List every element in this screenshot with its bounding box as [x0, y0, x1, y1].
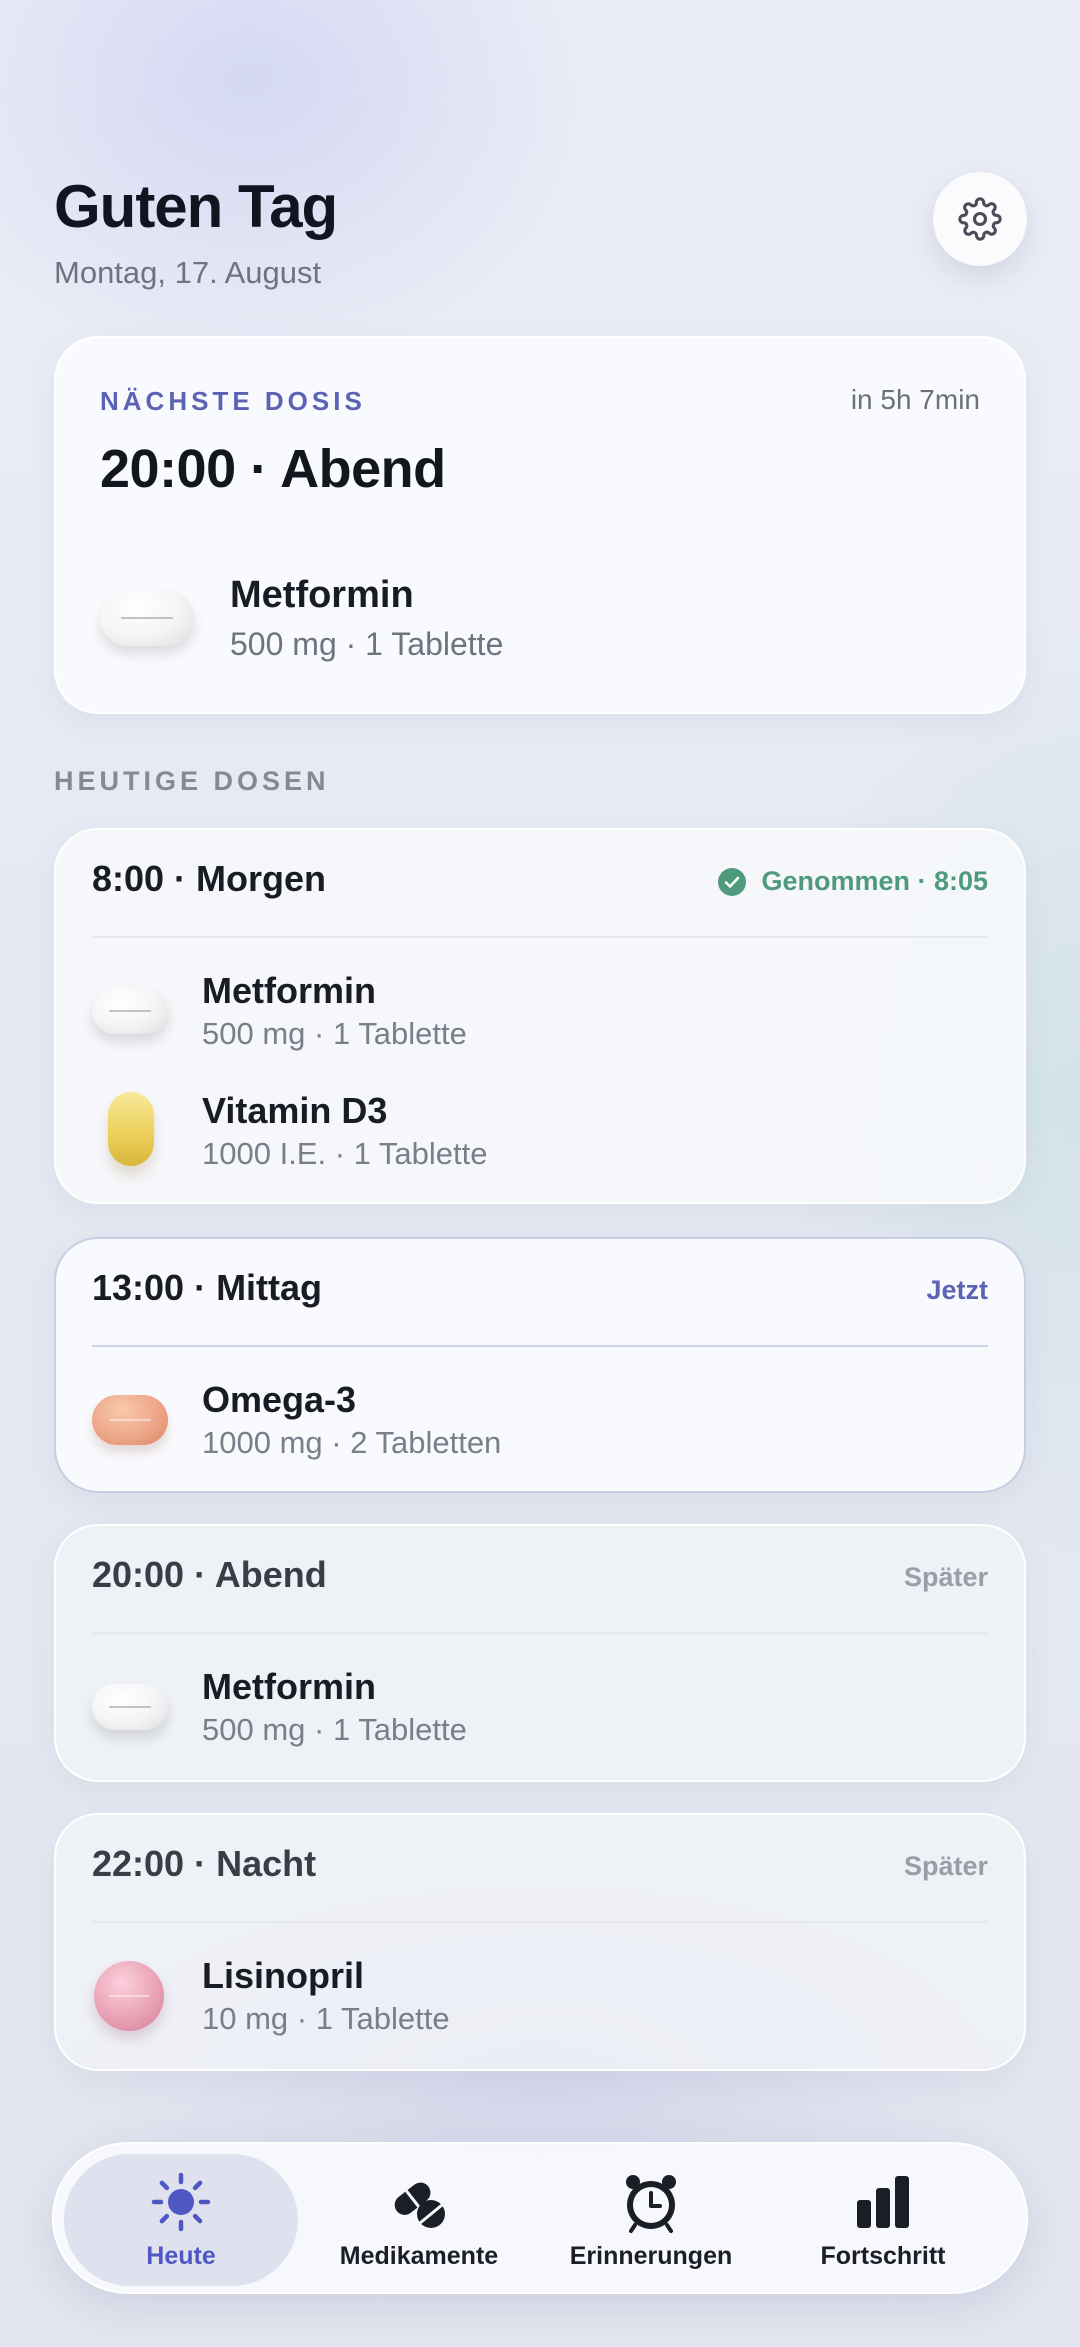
- divider: [92, 1921, 988, 1923]
- nav-tab-heute[interactable]: Heute: [64, 2154, 298, 2286]
- nav-label: Medikamente: [339, 2242, 499, 2270]
- dose-card-noon[interactable]: 13:00 · Mittag Jetzt Omega-3 1000 mg · 2…: [54, 1237, 1026, 1493]
- next-dose-med-dose: 500 mg · 1 Tablette: [230, 626, 504, 662]
- next-dose-countdown: in 5h 7min: [850, 384, 980, 415]
- dose-time: 8:00 · Morgen: [92, 858, 327, 899]
- dose-card-morning[interactable]: 8:00 · Morgen Genommen · 8:05 Metformin …: [54, 828, 1026, 1204]
- section-heading-todays-doses: HEUTIGE DOSEN: [54, 766, 330, 796]
- status-text: Genommen · 8:05: [761, 866, 988, 896]
- nav-label: Erinnerungen: [569, 2242, 733, 2270]
- dose-time: 22:00 · Nacht: [92, 1843, 317, 1884]
- nav-tab-erinnerungen[interactable]: Erinnerungen: [534, 2154, 768, 2286]
- divider: [92, 936, 988, 938]
- med-dose: 10 mg · 1 Tablette: [202, 2001, 450, 2036]
- greeting-title: Guten Tag: [54, 173, 338, 240]
- settings-button[interactable]: [933, 172, 1027, 266]
- next-dose-time: 20:00 · Abend: [100, 439, 446, 499]
- yellow-capsule-icon: [108, 1092, 154, 1166]
- next-dose-label: NÄCHSTE DOSIS: [100, 386, 366, 416]
- med-name: Metformin: [202, 1666, 376, 1707]
- pills-icon: [394, 2182, 445, 2228]
- white-oval-pill-icon: [92, 988, 168, 1034]
- nav-label: Fortschritt: [820, 2242, 946, 2270]
- med-name: Omega-3: [202, 1379, 357, 1420]
- med-dose: 500 mg · 1 Tablette: [202, 1016, 467, 1051]
- next-dose-card[interactable]: NÄCHSTE DOSIS in 5h 7min 20:00 · Abend M…: [54, 336, 1026, 714]
- divider: [92, 1345, 988, 1347]
- alarm-clock-icon: [626, 2175, 676, 2233]
- status-badge: Jetzt: [926, 1275, 988, 1305]
- gear-icon: [958, 197, 1002, 241]
- divider: [92, 1632, 988, 1634]
- sun-icon: [151, 2172, 211, 2232]
- check-circle-icon: [718, 867, 747, 896]
- nav-tab-fortschritt[interactable]: Fortschritt: [766, 2154, 1000, 2286]
- orange-oval-pill-icon: [92, 1395, 168, 1445]
- med-name: Metformin: [202, 970, 376, 1011]
- med-dose: 1000 I.E. · 1 Tablette: [202, 1136, 488, 1171]
- dose-card-night[interactable]: 22:00 · Nacht Später Lisinopril 10 mg · …: [54, 1813, 1026, 2071]
- nav-tab-medikamente[interactable]: Medikamente: [302, 2154, 536, 2286]
- status-badge: Später: [903, 1851, 988, 1881]
- pink-round-pill-icon: [94, 1961, 164, 2031]
- next-dose-med-name: Metformin: [230, 574, 414, 616]
- status-badge: Genommen · 8:05: [717, 866, 988, 897]
- dose-time: 20:00 · Abend: [92, 1554, 327, 1595]
- header: Guten Tag Montag, 17. August: [54, 172, 338, 291]
- date-subtitle: Montag, 17. August: [54, 255, 322, 290]
- white-oval-pill-icon: [100, 590, 194, 646]
- dose-card-evening[interactable]: 20:00 · Abend Später Metformin 500 mg · …: [54, 1524, 1026, 1782]
- status-badge: Später: [903, 1562, 988, 1592]
- white-oval-pill-icon: [92, 1684, 168, 1730]
- med-dose: 500 mg · 1 Tablette: [202, 1712, 467, 1747]
- med-name: Lisinopril: [202, 1955, 364, 1996]
- bottom-nav: Heute Medikamente Erinnerungen Fortschri…: [52, 2142, 1028, 2294]
- nav-label: Heute: [146, 2242, 216, 2270]
- bar-chart-icon: [857, 2176, 909, 2228]
- dose-time: 13:00 · Mittag: [92, 1267, 323, 1308]
- med-name: Vitamin D3: [202, 1090, 388, 1131]
- med-dose: 1000 mg · 2 Tabletten: [202, 1425, 502, 1460]
